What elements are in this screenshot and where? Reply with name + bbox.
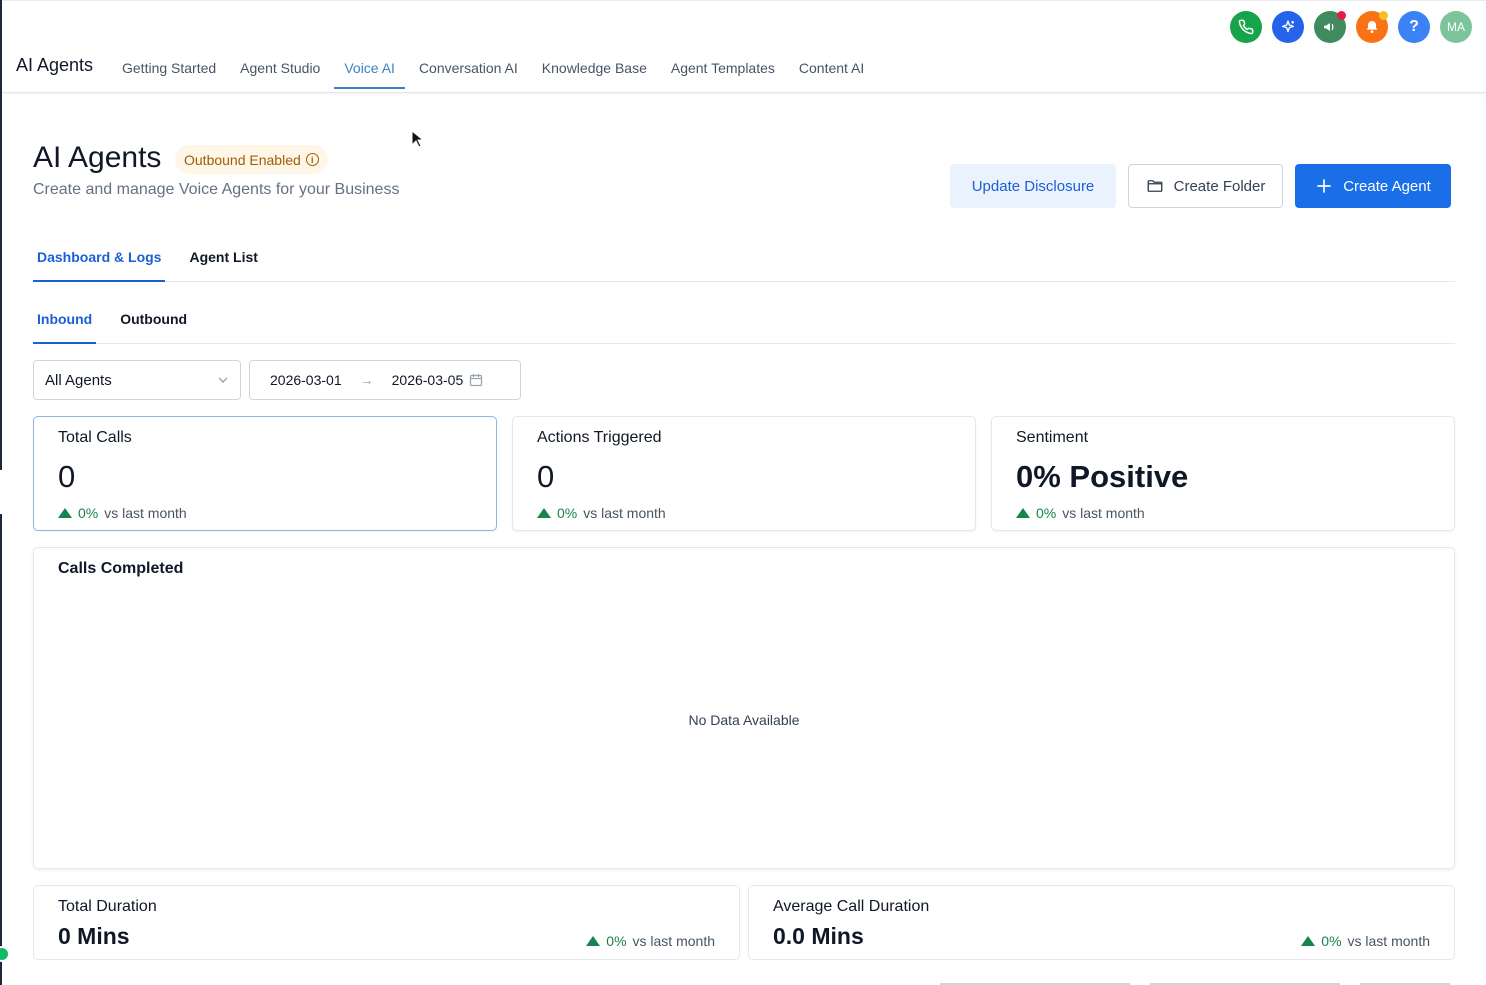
nav-getting-started[interactable]: Getting Started (110, 50, 228, 92)
direction-tabs: Inbound Outbound (33, 300, 1455, 344)
nav-agent-templates[interactable]: Agent Templates (659, 50, 787, 92)
stat-trend: 0% vs last month (537, 505, 666, 521)
stat-label: Total Calls (58, 429, 132, 446)
update-disclosure-label: Update Disclosure (971, 177, 1095, 195)
plus-icon (1317, 179, 1332, 193)
top-border (2, 0, 1486, 1)
tab-inbound[interactable]: Inbound (33, 300, 97, 344)
actions-triggered-card[interactable]: Actions Triggered 0 0% vs last month (512, 416, 976, 531)
agent-select-value: All Agents (45, 371, 112, 389)
stat-value: 0% Positive (1016, 459, 1189, 494)
trend-up-icon (1016, 508, 1030, 518)
date-to[interactable]: 2026-03-05 (392, 372, 464, 388)
notification-dot (1379, 11, 1388, 20)
page-title: AI Agents (33, 141, 162, 174)
trend-percent: 0% (606, 933, 627, 949)
trend-text: vs last month (1347, 933, 1430, 949)
trend-up-icon (58, 508, 72, 518)
stat-label: Actions Triggered (537, 429, 662, 446)
create-folder-label: Create Folder (1173, 177, 1266, 195)
empty-state-text: No Data Available (688, 712, 800, 728)
ai-sparkle-icon[interactable] (1272, 11, 1304, 43)
tab-agent-list[interactable]: Agent List (185, 238, 261, 281)
badge-label: Outbound Enabled (184, 151, 301, 168)
calls-completed-chart: Calls Completed No Data Available (33, 547, 1455, 869)
trend-percent: 0% (557, 505, 578, 521)
nav-voice-ai[interactable]: Voice AI (332, 50, 407, 92)
stat-label: Total Duration (58, 898, 157, 915)
average-call-duration-card: Average Call Duration 0.0 Mins 0% vs las… (748, 885, 1455, 960)
nav-content-ai[interactable]: Content AI (787, 50, 876, 92)
app-title: AI Agents (16, 55, 94, 75)
stat-label: Average Call Duration (773, 898, 930, 915)
trend-text: vs last month (104, 505, 187, 521)
megaphone-icon[interactable] (1314, 11, 1346, 43)
trend-percent: 0% (1036, 505, 1057, 521)
trend-up-icon (586, 936, 601, 946)
trend-text: vs last month (632, 933, 715, 949)
phone-icon[interactable] (1230, 11, 1262, 43)
sentiment-card[interactable]: Sentiment 0% Positive 0% vs last month (991, 416, 1455, 531)
total-duration-card: Total Duration 0 Mins 0% vs last month (33, 885, 740, 960)
create-folder-button[interactable]: Create Folder (1128, 164, 1283, 208)
trend-text: vs last month (583, 505, 666, 521)
tab-dashboard-logs[interactable]: Dashboard & Logs (33, 238, 166, 282)
date-from[interactable]: 2026-03-01 (270, 372, 342, 388)
stat-value: 0 (58, 459, 76, 494)
create-agent-button[interactable]: Create Agent (1295, 164, 1451, 208)
create-agent-label: Create Agent (1343, 177, 1431, 195)
folder-icon (1147, 180, 1163, 192)
date-range-picker[interactable]: 2026-03-01 → 2026-03-05 (249, 360, 521, 400)
total-calls-card[interactable]: Total Calls 0 0% vs last month (33, 416, 497, 531)
trend-text: vs last month (1062, 505, 1145, 521)
top-navigation: Getting Started Agent Studio Voice AI Co… (110, 50, 876, 92)
agent-select[interactable]: All Agents (33, 360, 241, 400)
outbound-status-badge: Outbound Enabled i (175, 145, 328, 174)
trend-up-icon (1301, 936, 1316, 946)
notification-dot (1337, 11, 1346, 20)
nav-conversation-ai[interactable]: Conversation AI (407, 50, 530, 92)
stat-trend: 0% vs last month (1301, 933, 1430, 949)
tab-outbound[interactable]: Outbound (116, 300, 191, 343)
avatar[interactable]: MA (1440, 11, 1472, 43)
chevron-down-icon (218, 377, 228, 383)
nav-agent-studio[interactable]: Agent Studio (228, 50, 332, 92)
stat-value: 0.0 Mins (773, 923, 864, 949)
arrow-right-icon: → (359, 372, 374, 388)
stat-label: Sentiment (1016, 429, 1089, 446)
stat-trend: 0% vs last month (1016, 505, 1145, 521)
stat-value: 0 Mins (58, 923, 130, 949)
mouse-cursor-icon (411, 130, 423, 148)
bell-icon[interactable] (1356, 11, 1388, 43)
trend-percent: 0% (1321, 933, 1342, 949)
header-icon-group: ? MA (1230, 11, 1472, 43)
nav-knowledge-base[interactable]: Knowledge Base (530, 50, 659, 92)
stat-trend: 0% vs last month (586, 933, 715, 949)
update-disclosure-button[interactable]: Update Disclosure (950, 164, 1116, 208)
info-icon[interactable]: i (305, 153, 319, 166)
calendar-icon (470, 374, 483, 387)
stat-value: 0 (537, 459, 555, 494)
page-subtitle: Create and manage Voice Agents for your … (33, 181, 400, 198)
status-dot-icon[interactable] (0, 946, 10, 962)
trend-up-icon (537, 508, 551, 518)
trend-percent: 0% (78, 505, 99, 521)
primary-tabs: Dashboard & Logs Agent List (33, 238, 1455, 282)
help-icon[interactable]: ? (1398, 11, 1430, 43)
stat-trend: 0% vs last month (58, 505, 187, 521)
left-edge-gap (0, 470, 2, 514)
chart-title: Calls Completed (58, 560, 184, 577)
